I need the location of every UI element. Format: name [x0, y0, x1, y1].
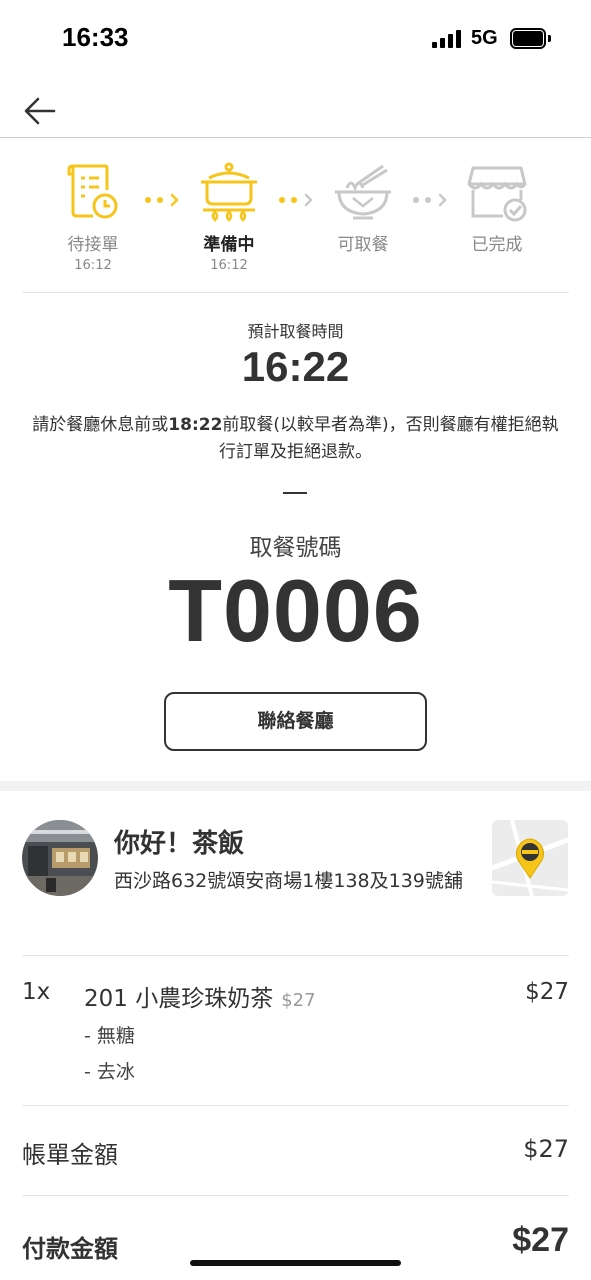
notice-text-end: 前取餐(以較早者為準)，否則餐廳有權拒絕執行訂單及拒絕退款。	[219, 415, 559, 462]
step-ready-pickup: 可取餐	[298, 150, 428, 258]
divider	[22, 292, 569, 293]
home-indicator[interactable]	[190, 1260, 401, 1266]
contact-restaurant-button[interactable]: 聯絡餐廳	[164, 692, 427, 751]
payment-amount-label: 付款金額	[22, 1235, 118, 1263]
notice-deadline: 18:22	[168, 415, 223, 435]
item-price: $27	[525, 979, 569, 1005]
estimated-pickup-time: 16:22	[241, 343, 350, 390]
noodle-bowl-icon	[335, 164, 391, 220]
item-option: - 去冰	[84, 1061, 135, 1083]
cooking-pot-icon	[201, 162, 257, 222]
step-time: 16:12	[210, 258, 248, 273]
item-option: - 無糖	[84, 1025, 135, 1047]
order-item: 1x 201 小農珍珠奶茶 $27 $27 - 無糖 - 去冰	[0, 955, 591, 1105]
signal-icon	[432, 30, 464, 48]
receipt-clock-icon	[67, 164, 118, 219]
network-type: 5G	[471, 27, 498, 49]
item-quantity: 1x	[22, 979, 51, 1005]
pickup-number-label: 取餐號碼	[249, 535, 342, 561]
battery-icon	[510, 28, 551, 49]
order-status-page: 16:33 5G 待接單 16:12 準備中 16:12 可取餐 已完成 預計取…	[0, 0, 591, 1280]
step-label: 已完成	[471, 235, 523, 255]
store-address: 西沙路632號頌安商場1樓138及139號舖	[114, 870, 463, 892]
bill-amount-value: $27	[523, 1135, 569, 1163]
step-label: 可取餐	[337, 235, 389, 255]
arrow-left-icon	[24, 97, 56, 125]
step-pending-accept: 待接單 16:12	[28, 150, 158, 273]
back-button[interactable]	[18, 84, 64, 130]
notice-text-start: 請於餐廳休息前或	[32, 415, 169, 435]
status-bar: 16:33 5G	[0, 0, 591, 78]
step-time: 16:12	[74, 258, 112, 273]
item-unit-price: $27	[281, 990, 316, 1011]
step-completed: 已完成	[432, 150, 562, 258]
pickup-notice: 請於餐廳休息前或18:22前取餐(以較早者為準)，否則餐廳有權拒絕執行訂單及拒絕…	[24, 412, 567, 466]
bill-amount-label: 帳單金額	[22, 1141, 118, 1169]
estimated-pickup-label: 預計取餐時間	[247, 322, 344, 341]
item-name-line: 201 小農珍珠奶茶 $27	[84, 979, 316, 1013]
nav-bar	[0, 78, 591, 138]
pickup-number: T0006	[168, 561, 423, 660]
bill-amount-row: 帳單金額 $27	[0, 1105, 591, 1195]
store-info: 你好！茶飯 西沙路632號頌安商場1樓138及139號舖	[0, 790, 591, 955]
payment-amount-row: 付款金額 $27	[0, 1195, 591, 1280]
status-time: 16:33	[62, 22, 129, 52]
map-button[interactable]	[492, 820, 568, 896]
payment-amount-value: $27	[512, 1221, 569, 1259]
step-preparing: 準備中 16:12	[164, 150, 294, 273]
store-name: 你好！茶飯	[114, 829, 245, 859]
store-check-icon	[467, 166, 527, 222]
store-photo	[22, 820, 98, 896]
step-label: 待接單	[67, 235, 119, 255]
item-name: 201 小農珍珠奶茶	[84, 986, 274, 1012]
step-label: 準備中	[203, 235, 255, 255]
divider-dash	[283, 492, 307, 494]
map-pin-icon	[492, 820, 568, 896]
order-progress: 待接單 16:12 準備中 16:12 可取餐 已完成	[0, 150, 591, 280]
